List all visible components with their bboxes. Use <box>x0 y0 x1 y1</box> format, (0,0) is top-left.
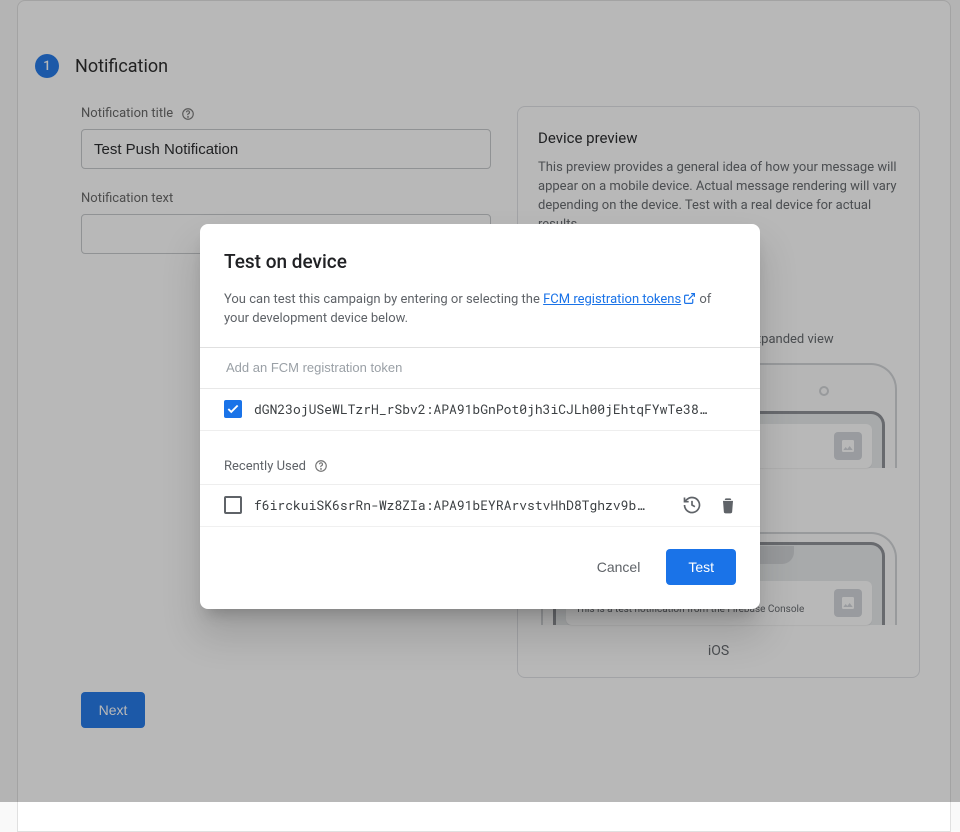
modal-scrim[interactable]: Test on device You can test this campaig… <box>0 0 960 802</box>
test-on-device-dialog: Test on device You can test this campaig… <box>200 224 760 609</box>
dialog-title: Test on device <box>224 250 736 273</box>
history-icon[interactable] <box>678 491 706 519</box>
intro-before: You can test this campaign by entering o… <box>224 292 543 307</box>
cancel-button[interactable]: Cancel <box>589 551 649 583</box>
token-input-row <box>200 347 760 388</box>
help-icon[interactable] <box>314 459 328 473</box>
recent-token-row[interactable]: f6irckuiSK6srRn-Wz8ZIa:APA91bEYRArvstvHh… <box>200 484 760 526</box>
token-checkbox-checked[interactable] <box>224 400 242 418</box>
delete-icon[interactable] <box>714 491 742 519</box>
external-link-icon <box>683 292 696 305</box>
recent-token-text: f6irckuiSK6srRn-Wz8ZIa:APA91bEYRArvstvHh… <box>254 496 666 514</box>
test-button[interactable]: Test <box>666 549 736 585</box>
recently-used-label: Recently Used <box>200 430 760 484</box>
fcm-tokens-link[interactable]: FCM registration tokens <box>543 292 696 307</box>
selected-token-text: dGN23ojUSeWLTzrH_rSbv2:APA91bGnPot0jh3iC… <box>254 400 742 418</box>
label-text: Recently Used <box>224 459 306 474</box>
dialog-intro: You can test this campaign by entering o… <box>224 291 736 329</box>
fcm-token-input[interactable] <box>224 348 736 388</box>
token-checkbox-unchecked[interactable] <box>224 496 242 514</box>
selected-token-row[interactable]: dGN23ojUSeWLTzrH_rSbv2:APA91bGnPot0jh3iC… <box>200 388 760 430</box>
